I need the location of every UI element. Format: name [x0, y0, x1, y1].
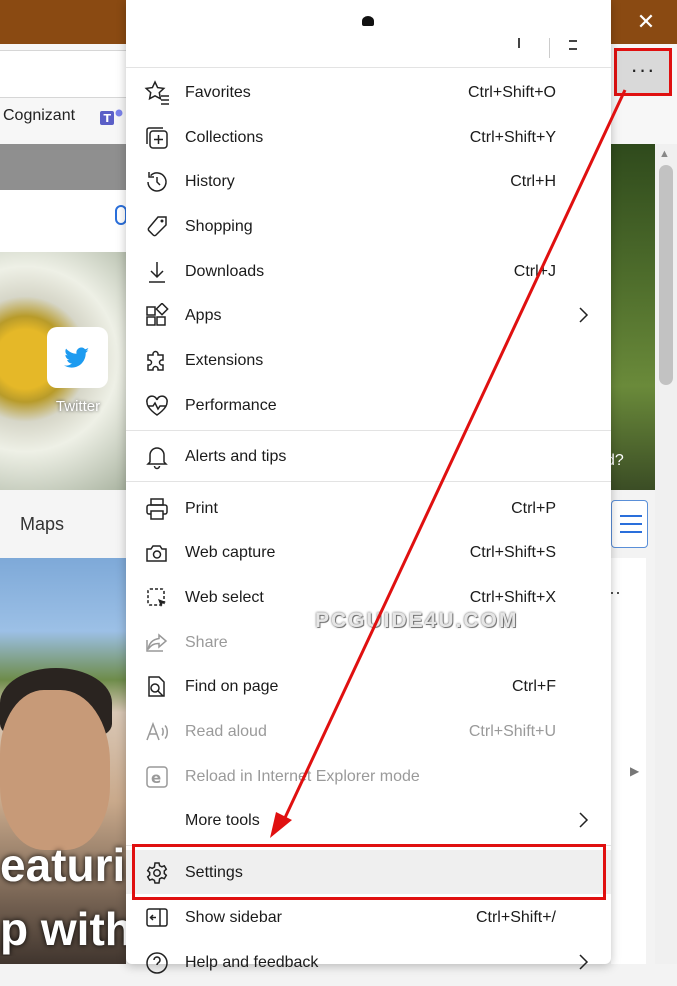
scrollbar-thumb[interactable] [659, 165, 673, 385]
twitter-tile[interactable] [47, 327, 108, 388]
menu-item-help-and-feedback[interactable]: Help and feedback [126, 940, 611, 984]
menu-item-label: Reload in Internet Explorer mode [185, 768, 420, 785]
menu-item-reload-ie-mode[interactable]: e Reload in Internet Explorer mode [126, 754, 611, 798]
menu-item-favorites[interactable]: Favorites Ctrl+Shift+O [126, 70, 611, 114]
printer-icon [146, 498, 168, 520]
tag-icon [147, 216, 167, 237]
menu-item-shortcut: Ctrl+Shift+U [468, 723, 556, 740]
list-view-button[interactable] [611, 500, 648, 548]
menu-item-label: Web capture [185, 544, 276, 561]
right-background-image [611, 144, 655, 490]
close-icon[interactable]: ✕ [630, 8, 662, 36]
menu-item-label: Help and feedback [185, 954, 319, 971]
menu-item-web-capture[interactable]: Web capture Ctrl+Shift+S [126, 530, 611, 574]
menu-item-downloads[interactable]: Downloads Ctrl+J [126, 249, 611, 293]
menu-item-collections[interactable]: Collections Ctrl+Shift+Y [126, 115, 611, 159]
help-icon [146, 952, 168, 974]
menu-item-print[interactable]: Print Ctrl+P [126, 486, 611, 530]
menu-item-shortcut: Ctrl+H [510, 173, 556, 190]
menu-item-label: Apps [185, 307, 222, 324]
menu-item-shopping[interactable]: Shopping [126, 204, 611, 248]
menu-separator [126, 481, 611, 482]
menu-item-apps[interactable]: Apps [126, 293, 611, 337]
read-aloud-icon [146, 721, 168, 741]
ie-icon: e [146, 766, 168, 788]
menu-item-show-sidebar[interactable]: Show sidebar Ctrl+Shift+/ [126, 895, 611, 939]
menu-item-shortcut: Ctrl+Shift+S [469, 544, 556, 561]
chevron-right-icon [579, 812, 589, 828]
menu-item-shortcut: Ctrl+Shift+Y [469, 129, 556, 146]
menu-item-label: Read aloud [185, 723, 267, 740]
twitter-bird-icon [64, 347, 89, 368]
menu-item-label: Alerts and tips [185, 448, 287, 465]
page-banner-strip [0, 144, 126, 190]
camera-icon [146, 545, 167, 562]
chevron-right-icon [579, 954, 589, 970]
menu-item-shortcut: Ctrl+F [512, 678, 556, 695]
carousel-next-icon[interactable]: ▶ [630, 764, 639, 778]
settings-highlight-box [132, 844, 606, 900]
menu-item-label: History [185, 173, 235, 190]
watermark: PCGUIDE4U.COM [315, 609, 519, 632]
favorite-cognizant[interactable]: Cognizant [3, 107, 75, 125]
menu-item-label: Shopping [185, 218, 253, 235]
menu-items: Favorites Ctrl+Shift+O Collections Ctrl+… [126, 0, 611, 974]
menu-item-shortcut: Ctrl+P [511, 500, 556, 517]
heartbeat-icon [146, 395, 168, 416]
svg-text:e: e [151, 769, 161, 787]
menu-item-label: Extensions [185, 352, 264, 369]
microphone-icon[interactable] [114, 204, 126, 234]
menu-item-label: Web select [185, 589, 264, 606]
download-icon [149, 262, 165, 283]
nav-maps[interactable]: Maps [20, 514, 64, 535]
teams-icon[interactable]: T [100, 108, 124, 128]
settings-and-more-button[interactable]: ··· [614, 48, 672, 96]
menu-item-extensions[interactable]: Extensions [126, 338, 611, 382]
svg-text:T: T [104, 112, 112, 125]
find-icon [148, 676, 165, 697]
menu-item-label: Downloads [185, 263, 265, 280]
menu-item-shortcut: Ctrl+Shift+/ [475, 909, 556, 926]
chevron-right-icon [579, 307, 589, 323]
apps-icon [146, 303, 169, 326]
puzzle-icon [147, 350, 164, 371]
history-icon [147, 172, 167, 192]
menu-item-history[interactable]: History Ctrl+H [126, 159, 611, 203]
menu-item-more-tools[interactable]: More tools [126, 798, 611, 842]
menu-item-label: Share [185, 634, 228, 651]
collections-icon [146, 127, 168, 149]
menu-item-label: Find on page [185, 678, 279, 695]
list-icon [620, 515, 642, 533]
menu-item-label: Favorites [185, 84, 251, 101]
sidebar-icon [146, 908, 168, 927]
menu-item-label: Show sidebar [185, 909, 282, 926]
menu-separator [126, 430, 611, 431]
menu-item-alerts-and-tips[interactable]: Alerts and tips [126, 434, 611, 478]
news-photo-face [0, 690, 110, 850]
menu-item-label: Print [185, 500, 218, 517]
favorites-star-icon [144, 80, 169, 105]
address-bar[interactable] [0, 50, 127, 98]
menu-item-find-on-page[interactable]: Find on page Ctrl+F [126, 664, 611, 708]
bell-icon [146, 447, 168, 470]
menu-item-label: Performance [185, 397, 277, 414]
menu-item-shortcut: Ctrl+J [513, 263, 556, 280]
share-icon [146, 633, 168, 652]
menu-item-label: Collections [185, 129, 264, 146]
menu-item-shortcut: Ctrl+Shift+O [467, 84, 556, 101]
page-search-box[interactable] [0, 190, 126, 252]
right-news-card [611, 558, 646, 964]
twitter-tile-label: Twitter [55, 398, 101, 415]
news-headline-line1[interactable]: eaturi [0, 838, 126, 892]
menu-item-performance[interactable]: Performance [126, 383, 611, 427]
news-headline-line2[interactable]: p with [0, 902, 126, 956]
scroll-up-arrow-icon[interactable]: ▲ [659, 148, 670, 160]
select-icon [147, 588, 166, 607]
menu-item-label: More tools [185, 812, 260, 829]
menu-item-read-aloud[interactable]: Read aloud Ctrl+Shift+U [126, 709, 611, 753]
